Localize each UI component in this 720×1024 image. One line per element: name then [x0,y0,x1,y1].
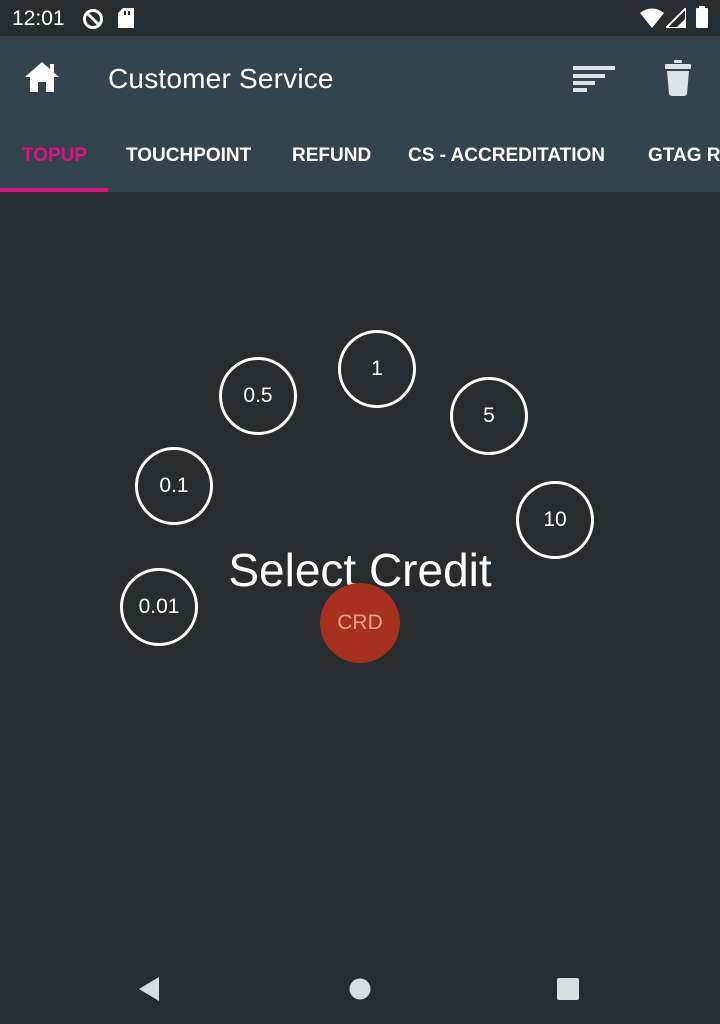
trash-icon[interactable] [665,60,691,101]
credit-option-0-5[interactable]: 0.5 [219,357,297,435]
sd-card-icon [118,8,134,33]
tab-indicator [0,188,108,192]
back-icon[interactable] [137,976,161,1007]
tab-gtag[interactable]: GTAG R [648,120,720,192]
tab-cs-accreditation[interactable]: CS - ACCREDITATION [408,120,605,192]
credit-option-5[interactable]: 5 [450,377,528,455]
nav-bar [0,952,720,1024]
credit-option-1[interactable]: 1 [338,330,416,408]
app-bar: Customer Service TOPUP TOUCHPOINT REFUND… [0,36,720,192]
home-circle-icon[interactable] [349,978,371,1005]
signal-icon [663,5,687,33]
app-title: Customer Service [108,63,334,94]
battery-icon [696,6,708,33]
credit-option-0-1[interactable]: 0.1 [135,447,213,525]
recents-icon[interactable] [556,977,580,1006]
home-icon[interactable] [24,61,60,98]
status-bar: 12:01 [0,0,720,36]
tab-topup[interactable]: TOPUP [22,120,87,192]
sort-icon[interactable] [573,66,615,97]
wifi-icon [640,8,664,33]
tab-touchpoint[interactable]: TOUCHPOINT [126,120,251,192]
screen: 12:01 Customer Service TOPUP TOUCHPOINT … [0,0,720,1024]
tab-refund[interactable]: REFUND [292,120,371,192]
tab-bar: TOPUP TOUCHPOINT REFUND CS - ACCREDITATI… [0,120,720,192]
crd-button[interactable]: CRD [320,583,400,663]
no-sync-icon [82,8,104,35]
status-time: 12:01 [12,7,65,30]
